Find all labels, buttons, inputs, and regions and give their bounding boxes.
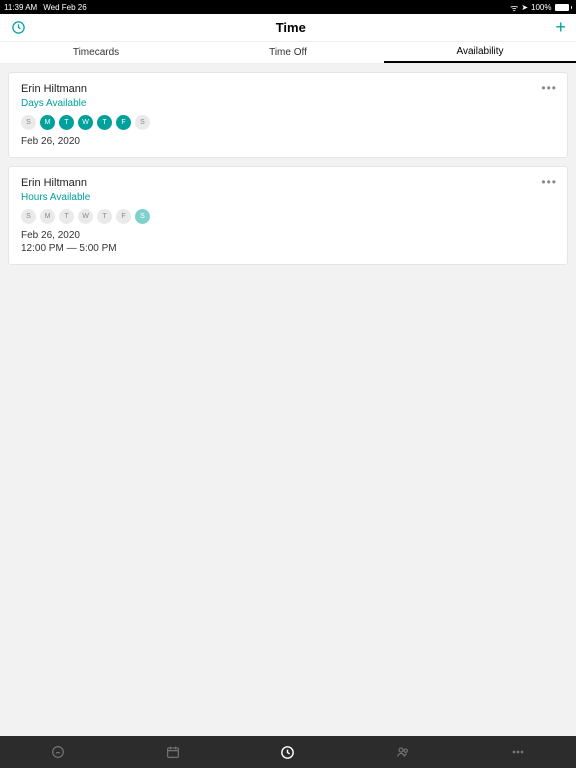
day-sun: S xyxy=(21,209,36,224)
time-range: 12:00 PM — 5:00 PM xyxy=(21,243,555,254)
battery-icon xyxy=(555,4,573,11)
day-mon: M xyxy=(40,115,55,130)
availability-card[interactable]: ••• Erin Hiltmann Hours Available S M T … xyxy=(8,166,568,265)
add-button[interactable]: + xyxy=(555,17,566,38)
day-indicators: S M T W T F S xyxy=(21,209,555,224)
day-wed: W xyxy=(78,115,93,130)
location-icon xyxy=(521,3,528,12)
nav-time-icon[interactable] xyxy=(279,743,297,761)
employee-name: Erin Hiltmann xyxy=(21,83,555,95)
tab-timecards[interactable]: Timecards xyxy=(0,42,192,63)
tabs: Timecards Time Off Availability xyxy=(0,42,576,64)
nav-people-icon[interactable] xyxy=(394,743,412,761)
tab-availability[interactable]: Availability xyxy=(384,42,576,63)
day-sat: S xyxy=(135,209,150,224)
day-sun: S xyxy=(21,115,36,130)
bottom-nav xyxy=(0,736,576,768)
status-time: 11:39 AM xyxy=(4,3,37,12)
day-thu: T xyxy=(97,209,112,224)
page-title: Time xyxy=(26,20,555,35)
battery-percent: 100% xyxy=(531,3,551,12)
status-date: Wed Feb 26 xyxy=(43,3,86,12)
more-button[interactable]: ••• xyxy=(541,81,557,95)
day-sat: S xyxy=(135,115,150,130)
more-button[interactable]: ••• xyxy=(541,175,557,189)
day-tue: T xyxy=(59,115,74,130)
nav-bar: Time + xyxy=(0,14,576,42)
availability-card[interactable]: ••• Erin Hiltmann Days Available S M T W… xyxy=(8,72,568,158)
status-bar: 11:39 AM Wed Feb 26 100% xyxy=(0,0,576,14)
wifi-icon xyxy=(510,1,518,14)
nav-more-icon[interactable] xyxy=(509,743,527,761)
effective-date: Feb 26, 2020 xyxy=(21,136,555,147)
day-wed: W xyxy=(78,209,93,224)
day-tue: T xyxy=(59,209,74,224)
card-subtitle: Days Available xyxy=(21,98,555,109)
time-icon[interactable] xyxy=(10,20,26,36)
effective-date: Feb 26, 2020 xyxy=(21,230,555,241)
day-thu: T xyxy=(97,115,112,130)
employee-name: Erin Hiltmann xyxy=(21,177,555,189)
content-area: ••• Erin Hiltmann Days Available S M T W… xyxy=(0,64,576,273)
day-indicators: S M T W T F S xyxy=(21,115,555,130)
nav-calendar-icon[interactable] xyxy=(164,743,182,761)
day-mon: M xyxy=(40,209,55,224)
card-subtitle: Hours Available xyxy=(21,192,555,203)
tab-time-off[interactable]: Time Off xyxy=(192,42,384,63)
nav-dashboard-icon[interactable] xyxy=(49,743,67,761)
day-fri: F xyxy=(116,209,131,224)
day-fri: F xyxy=(116,115,131,130)
